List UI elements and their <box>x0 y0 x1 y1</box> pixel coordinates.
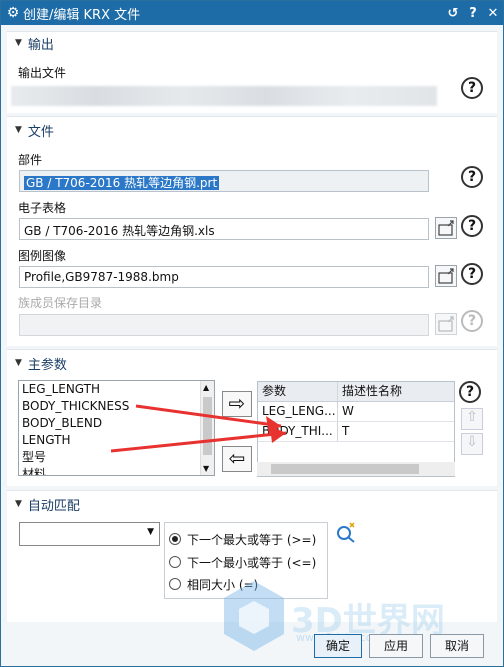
move-down-button: ⇩ <box>461 433 483 455</box>
open-folder-icon[interactable] <box>435 217 457 239</box>
collapse-triangle-icon: ▼ <box>15 38 22 48</box>
cell-name[interactable]: T <box>338 422 454 441</box>
family-dir-label: 族成员保存目录 <box>18 296 103 310</box>
auto-match-title: 自动匹配 <box>27 498 80 514</box>
list-item[interactable]: BODY_THICKNESS <box>19 398 214 415</box>
reset-icon[interactable]: ↺ <box>443 6 463 21</box>
image-field[interactable]: Profile,GB9787-1988.bmp <box>19 266 429 288</box>
open-folder-icon[interactable] <box>435 265 457 287</box>
file-section-header[interactable]: ▼ 文件 <box>15 121 54 140</box>
part-value: GB / T706-2016 热轧等边角钢.prt <box>24 176 220 190</box>
search-match-icon[interactable] <box>334 520 358 544</box>
cell-param: BODY_THI... <box>258 422 338 441</box>
open-folder-icon <box>435 313 457 335</box>
chevron-down-icon: ▼ <box>147 527 154 537</box>
auto-match-header[interactable]: ▼ 自动匹配 <box>15 495 80 514</box>
params-help-icon[interactable]: ? <box>459 381 481 403</box>
output-section-title: 输出 <box>27 37 54 53</box>
table-header: 参数 描述性名称 <box>258 382 454 402</box>
output-section-header[interactable]: ▼ 输出 <box>15 34 54 53</box>
part-help-icon[interactable]: ? <box>461 166 483 188</box>
listbox-scrollbar[interactable]: ▲ ▼ <box>200 381 214 475</box>
output-file-field[interactable] <box>11 86 437 106</box>
family-dir-field <box>19 314 429 336</box>
radio-selected-icon[interactable] <box>169 533 181 545</box>
apply-button[interactable]: 应用 <box>369 634 423 658</box>
list-item[interactable]: BODY_BLEND <box>19 415 214 432</box>
main-params-header[interactable]: ▼ 主参数 <box>15 354 67 373</box>
scroll-down-icon[interactable]: ▼ <box>203 464 209 473</box>
window-title: 创建/编辑 KRX 文件 <box>23 7 141 23</box>
table-hscrollbar[interactable] <box>257 462 455 476</box>
krx-dialog: ⚙ 创建/编辑 KRX 文件 ↺ ? ✕ ▼ 输出 输出文件 ? ▼ 文件 部件… <box>0 0 504 667</box>
collapse-triangle-icon: ▼ <box>15 499 22 509</box>
table-row[interactable]: BODY_THI... T <box>258 422 454 442</box>
title-bar: ⚙ 创建/编辑 KRX 文件 ↺ ? ✕ <box>1 1 503 25</box>
spreadsheet-help-icon[interactable]: ? <box>461 215 483 237</box>
cell-param: LEG_LENG... <box>258 402 338 421</box>
gear-icon[interactable]: ⚙ <box>3 5 23 21</box>
cell-name[interactable]: W <box>338 402 454 421</box>
radio-icon[interactable] <box>169 556 181 568</box>
list-item[interactable]: 型号 <box>19 449 214 466</box>
cancel-button[interactable]: 取消 <box>430 634 484 658</box>
collapse-triangle-icon: ▼ <box>15 358 22 368</box>
output-help-icon[interactable]: ? <box>461 77 483 99</box>
collapse-triangle-icon: ▼ <box>15 125 22 135</box>
main-params-title: 主参数 <box>27 357 67 373</box>
image-label: 图例图像 <box>18 249 67 263</box>
scroll-thumb[interactable] <box>271 464 419 474</box>
column-header-name: 描述性名称 <box>342 384 403 398</box>
close-icon[interactable]: ✕ <box>483 6 503 21</box>
help-icon[interactable]: ? <box>463 6 483 21</box>
output-file-label: 输出文件 <box>18 66 67 80</box>
add-param-button[interactable]: ⇨ <box>222 391 252 417</box>
move-up-button: ⇧ <box>461 408 483 430</box>
column-header-param: 参数 <box>258 382 338 401</box>
family-dir-help-icon: ? <box>461 310 483 332</box>
scroll-up-icon[interactable]: ▲ <box>203 383 209 392</box>
image-help-icon[interactable]: ? <box>461 263 483 285</box>
radio-label: 下一个最小或等于 (<=) <box>187 555 317 570</box>
spreadsheet-label: 电子表格 <box>18 201 67 215</box>
watermark-logo <box>224 581 284 651</box>
ok-button[interactable]: 确定 <box>314 634 362 658</box>
radio-option[interactable]: 下一个最大或等于 (>=) <box>169 529 316 549</box>
params-listbox[interactable]: LEG_LENGTH BODY_THICKNESS BODY_BLEND LEN… <box>18 380 215 476</box>
list-item[interactable]: LENGTH <box>19 432 214 449</box>
scroll-thumb[interactable] <box>203 397 212 455</box>
remove-param-button[interactable]: ⇦ <box>222 446 252 472</box>
radio-icon[interactable] <box>169 578 181 590</box>
spreadsheet-field[interactable]: GB / T706-2016 热轧等边角钢.xls <box>19 218 429 240</box>
radio-option[interactable]: 下一个最小或等于 (<=) <box>169 552 316 572</box>
part-label: 部件 <box>18 153 43 167</box>
part-field[interactable]: GB / T706-2016 热轧等边角钢.prt <box>19 170 429 192</box>
list-item[interactable]: 材料 <box>19 466 214 475</box>
table-row[interactable]: LEG_LENG... W <box>258 402 454 422</box>
radio-label: 下一个最大或等于 (>=) <box>187 532 317 547</box>
file-section-title: 文件 <box>27 124 54 140</box>
match-dropdown[interactable]: ▼ <box>19 522 160 546</box>
list-item[interactable]: LEG_LENGTH <box>19 381 214 398</box>
